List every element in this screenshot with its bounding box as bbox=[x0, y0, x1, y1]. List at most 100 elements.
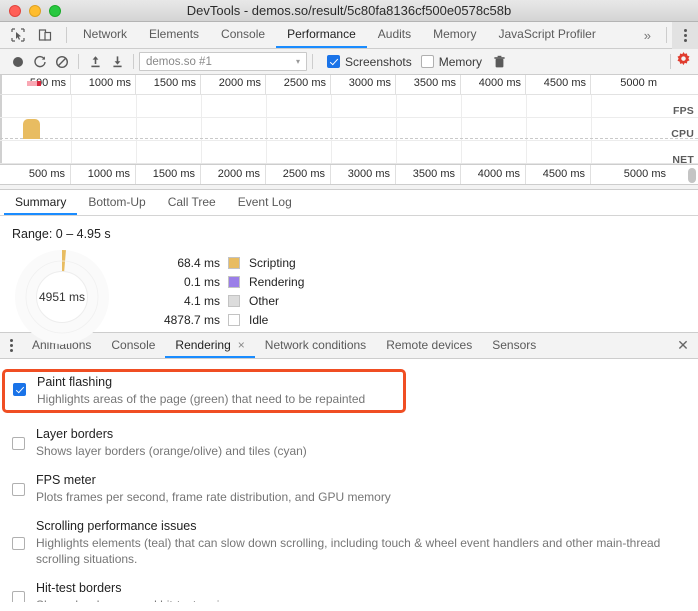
performance-overview[interactable]: 500 ms 1000 ms 1500 ms 2000 ms 2500 ms 3… bbox=[0, 75, 698, 166]
timeline-scrollbar-thumb[interactable] bbox=[688, 168, 696, 183]
cpu-activity-spike bbox=[23, 119, 40, 139]
option-title: Hit-test borders bbox=[36, 581, 122, 596]
legend-label: Idle bbox=[249, 312, 269, 327]
tab-console-label: Console bbox=[221, 27, 266, 41]
perfbar-separator-4 bbox=[670, 54, 671, 69]
profile-select[interactable]: demos.so #1 ▾ bbox=[139, 52, 307, 71]
chevron-double-right-icon[interactable]: » bbox=[634, 28, 661, 43]
subtab-event-log[interactable]: Event Log bbox=[227, 190, 303, 215]
window-titlebar: DevTools - demos.so/result/5c80fa8136cf5… bbox=[0, 0, 698, 22]
timeline-tick: 500 ms bbox=[0, 165, 71, 184]
option-paint-flashing-checkbox[interactable] bbox=[13, 383, 26, 396]
option-layer-borders[interactable]: Layer borders Shows layer borders (orang… bbox=[0, 426, 698, 459]
tab-elements[interactable]: Elements bbox=[138, 22, 210, 48]
tab-memory[interactable]: Memory bbox=[422, 22, 487, 48]
option-title: Layer borders bbox=[36, 427, 114, 442]
tabbar-right: » bbox=[634, 21, 698, 49]
inspect-element-icon[interactable] bbox=[8, 25, 28, 45]
tab-network-label: Network bbox=[83, 27, 128, 41]
tabbar-separator bbox=[66, 27, 67, 43]
subtab-bottom-up[interactable]: Bottom-Up bbox=[77, 190, 156, 215]
collect-garbage-icon[interactable] bbox=[488, 51, 510, 73]
legend-row: 0.1 ms Rendering bbox=[154, 272, 304, 291]
legend-swatch-idle bbox=[228, 313, 240, 326]
option-fps-meter-texts: FPS meter Plots frames per second, frame… bbox=[36, 472, 391, 505]
legend-value: 0.1 ms bbox=[183, 274, 220, 289]
ruler-tick: 2000 ms bbox=[201, 75, 266, 94]
perfbar-separator-3 bbox=[312, 54, 313, 69]
option-scrolling-performance-issues-checkbox[interactable] bbox=[12, 537, 25, 551]
tab-audits[interactable]: Audits bbox=[367, 22, 422, 48]
option-title: FPS meter bbox=[36, 473, 96, 488]
summary-subtabs: Summary Bottom-Up Call Tree Event Log bbox=[0, 190, 698, 216]
timeline-ruler[interactable]: 500 ms 1000 ms 1500 ms 2000 ms 2500 ms 3… bbox=[0, 165, 698, 185]
subtab-event-log-label: Event Log bbox=[237, 194, 292, 209]
tab-network[interactable]: Network bbox=[72, 22, 138, 48]
option-fps-meter[interactable]: FPS meter Plots frames per second, frame… bbox=[0, 472, 698, 505]
close-button[interactable] bbox=[9, 4, 21, 17]
ruler-tick: 3500 ms bbox=[396, 75, 461, 94]
ruler-tick: 4000 ms bbox=[461, 75, 526, 94]
legend-label: Other bbox=[249, 293, 280, 308]
legend-value: 4.1 ms bbox=[183, 293, 220, 308]
tab-javascript-profiler[interactable]: JavaScript Profiler bbox=[487, 22, 606, 48]
option-hit-test-borders-checkbox[interactable] bbox=[12, 591, 25, 602]
settings-gear-icon[interactable] bbox=[676, 52, 691, 71]
legend-value: 4878.7 ms bbox=[163, 312, 220, 327]
zoom-button[interactable] bbox=[49, 4, 61, 17]
subtab-call-tree[interactable]: Call Tree bbox=[157, 190, 227, 215]
screenshots-checkbox-label: Screenshots bbox=[345, 54, 412, 69]
overview-ruler: 500 ms 1000 ms 1500 ms 2000 ms 2500 ms 3… bbox=[0, 75, 698, 95]
ruler-tick: 1500 ms bbox=[136, 75, 201, 94]
tab-javascript-profiler-label: JavaScript Profiler bbox=[498, 27, 596, 41]
record-icon[interactable] bbox=[7, 51, 29, 73]
clear-recording-icon[interactable] bbox=[51, 51, 73, 73]
subtab-summary[interactable]: Summary bbox=[4, 190, 78, 215]
subtab-summary-label: Summary bbox=[15, 194, 67, 209]
tab-elements-label: Elements bbox=[149, 27, 200, 41]
perfbar-separator-2 bbox=[133, 54, 134, 69]
donut-total-label: 4951 ms bbox=[38, 290, 86, 304]
tab-console[interactable]: Console bbox=[210, 22, 276, 48]
reload-and-record-icon[interactable] bbox=[29, 51, 51, 73]
option-title: Paint flashing bbox=[37, 375, 113, 389]
performance-toolbar: demos.so #1 ▾ Screenshots Memory bbox=[0, 49, 698, 75]
main-menu-kebab-icon[interactable] bbox=[672, 21, 698, 49]
chevron-down-icon: ▾ bbox=[295, 57, 300, 66]
option-hit-test-borders[interactable]: Hit-test borders Shows borders around hi… bbox=[0, 580, 698, 602]
tabbar-right-separator bbox=[666, 27, 667, 43]
range-label: Range: 0 – 4.95 s bbox=[12, 227, 111, 241]
screenshots-checkbox[interactable]: Screenshots bbox=[327, 55, 412, 69]
option-paint-flashing[interactable]: Paint flashing Highlights areas of the p… bbox=[2, 369, 406, 414]
option-layer-borders-checkbox[interactable] bbox=[12, 437, 25, 451]
overview-lane-fps: FPS bbox=[0, 95, 698, 118]
summary-chart-row: 4951 ms 68.4 ms Scripting 0.1 ms Renderi… bbox=[0, 241, 698, 345]
main-tabs: Network Elements Console Performance Aud… bbox=[72, 22, 634, 48]
subtab-bottom-up-label: Bottom-Up bbox=[88, 194, 146, 209]
option-fps-meter-checkbox[interactable] bbox=[12, 483, 25, 497]
load-profile-icon[interactable] bbox=[84, 51, 106, 73]
timeline-tick: 1000 ms bbox=[71, 165, 136, 184]
minimize-button[interactable] bbox=[29, 4, 41, 17]
memory-checkbox-box bbox=[420, 55, 434, 68]
option-scrolling-performance-issues[interactable]: Scrolling performance issues Highlights … bbox=[0, 518, 698, 567]
lane-label-cpu: CPU bbox=[671, 128, 694, 140]
legend-row: 4878.7 ms Idle bbox=[154, 310, 304, 329]
legend-row: 4.1 ms Other bbox=[154, 291, 304, 310]
perfbar-separator-1 bbox=[78, 54, 79, 69]
option-title: Scrolling performance issues bbox=[36, 519, 197, 534]
option-desc: Shows borders around hit-test regions bbox=[36, 597, 239, 602]
memory-checkbox[interactable]: Memory bbox=[420, 54, 483, 69]
tab-performance[interactable]: Performance bbox=[276, 22, 367, 48]
memory-checkbox-label: Memory bbox=[438, 54, 483, 69]
legend-swatch-scripting bbox=[228, 256, 240, 269]
fps-drop-marker bbox=[27, 81, 41, 86]
device-toolbar-icon[interactable] bbox=[35, 25, 55, 45]
ruler-tick: 4500 ms bbox=[526, 75, 591, 94]
timeline-tick: 2000 ms bbox=[201, 165, 266, 184]
option-paint-flashing-texts: Paint flashing Highlights areas of the p… bbox=[37, 374, 365, 407]
lane-label-fps: FPS bbox=[672, 105, 694, 117]
save-profile-icon[interactable] bbox=[106, 51, 128, 73]
legend-label: Rendering bbox=[249, 274, 305, 289]
timeline-tick: 5000 ms bbox=[623, 168, 666, 180]
